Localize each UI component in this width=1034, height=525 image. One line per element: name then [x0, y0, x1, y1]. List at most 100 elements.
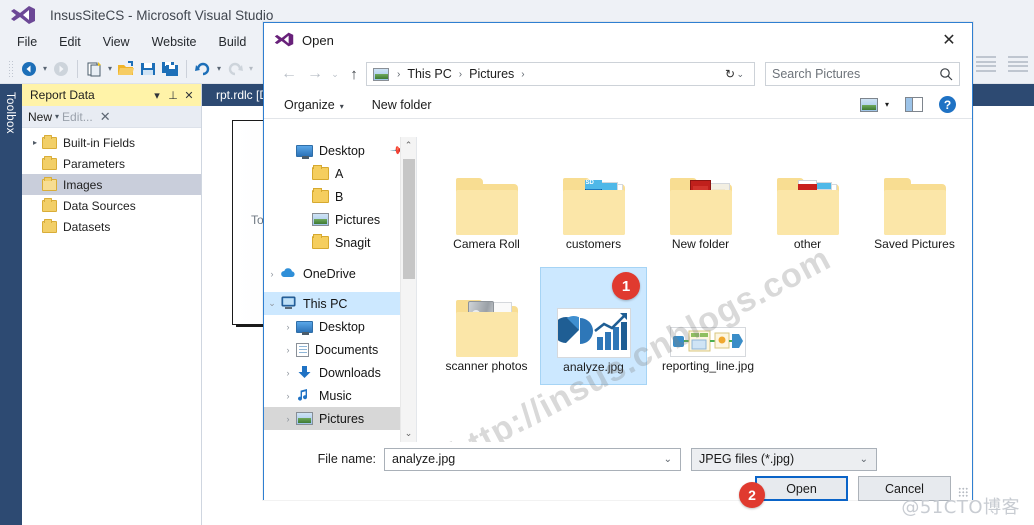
menu-edit[interactable]: Edit — [48, 32, 92, 52]
undo-icon[interactable] — [192, 58, 214, 80]
tree-node-images[interactable]: Images — [22, 174, 201, 195]
search-input[interactable]: Search Pictures — [765, 62, 960, 86]
new-caret-icon[interactable]: ▾ — [55, 112, 59, 121]
dialog-navigation-bar[interactable]: ← → ⌄ ↑ › This PC › Pictures › ⌄ ↻ Searc… — [264, 57, 972, 91]
open-file-icon[interactable] — [115, 58, 137, 80]
nav-item-documents[interactable]: › Documents — [264, 338, 416, 361]
nav-item-onedrive[interactable]: › OneDrive — [264, 262, 416, 285]
expander-icon[interactable]: › — [280, 391, 296, 401]
file-item-other[interactable]: nfor S other — [754, 145, 861, 263]
chevron-down-icon[interactable]: ⌄ — [328, 61, 342, 87]
file-item-saved-pictures[interactable]: Saved Pictures — [861, 145, 968, 263]
menu-website[interactable]: Website — [141, 32, 208, 52]
delete-icon[interactable]: ✕ — [100, 109, 111, 125]
change-view-icon[interactable] — [859, 97, 878, 112]
save-all-icon[interactable] — [159, 58, 181, 80]
file-list-pane[interactable]: Camera Roll SD customers New folder othe… — [417, 137, 972, 442]
monitor-icon — [296, 144, 313, 159]
nav-item-snagit[interactable]: Snagit — [264, 231, 416, 254]
nav-item-pictures-quick[interactable]: Pictures — [264, 208, 416, 231]
new-item-caret-icon[interactable]: ▾ — [105, 58, 115, 80]
menu-build[interactable]: Build — [208, 32, 258, 52]
change-view-caret-icon[interactable]: ▾ — [878, 100, 893, 109]
save-icon[interactable] — [137, 58, 159, 80]
undo-caret-icon[interactable]: ▾ — [214, 58, 224, 80]
close-icon[interactable]: ✕ — [181, 87, 197, 103]
file-item-customers[interactable]: SD Ps S customers — [540, 145, 647, 263]
help-icon[interactable]: ? — [939, 96, 956, 113]
dialog-command-bar[interactable]: Organize ▾ New folder ▾ ? — [264, 91, 972, 119]
nav-item-label: OneDrive — [303, 266, 356, 281]
expander-icon[interactable]: › — [280, 414, 296, 424]
filetype-select[interactable]: JPEG files (*.jpg) ⌄ — [691, 447, 877, 471]
new-folder-button[interactable]: New folder — [364, 96, 440, 114]
navigate-forward-icon — [50, 58, 72, 80]
new-item-icon[interactable] — [83, 58, 105, 80]
arrow-right-icon[interactable]: → — [302, 61, 328, 87]
nav-item-pictures[interactable]: › Pictures — [264, 407, 416, 430]
scroll-up-icon[interactable]: ⌃ — [401, 137, 416, 154]
navigate-backward-caret-icon[interactable]: ▾ — [40, 58, 50, 80]
toolbar-grip[interactable] — [8, 59, 15, 78]
search-icon[interactable] — [939, 67, 953, 81]
expander-icon[interactable]: › — [264, 269, 280, 279]
nav-item-this-pc[interactable]: ⌄ This PC — [264, 292, 416, 315]
file-item-camera-roll[interactable]: Camera Roll — [433, 145, 540, 263]
nav-group-gap — [264, 254, 416, 262]
open-button-label: Open — [786, 481, 817, 496]
menu-file[interactable]: File — [6, 32, 48, 52]
file-item-new-folder[interactable]: New folder — [647, 145, 754, 263]
navigate-backward-icon[interactable] — [18, 58, 40, 80]
arrow-left-icon[interactable]: ← — [276, 61, 302, 87]
breadcrumb-pictures[interactable]: Pictures — [467, 67, 516, 81]
arrow-up-icon[interactable]: ↑ — [342, 61, 366, 87]
file-item-reporting-line-jpg[interactable]: reporting_line.jpg — [647, 267, 769, 385]
navigation-pane[interactable]: Desktop 📌 A B Pictures Snagit › OneDrive… — [264, 137, 416, 442]
breadcrumb-this-pc[interactable]: This PC — [405, 67, 453, 81]
nav-item-label: Desktop — [319, 143, 365, 158]
tree-node-data-sources[interactable]: Data Sources — [22, 195, 201, 216]
menu-view[interactable]: View — [92, 32, 141, 52]
toolbox-tab[interactable]: Toolbox — [0, 84, 22, 525]
nav-item-a[interactable]: A — [264, 162, 416, 185]
file-row-2: scanner photos 1 analyze.jpg reporting_l… — [433, 267, 972, 385]
breadcrumb[interactable]: › This PC › Pictures › ⌄ — [366, 62, 755, 86]
file-row-1: Camera Roll SD customers New folder othe… — [433, 145, 972, 263]
refresh-icon[interactable]: ↻ — [719, 67, 741, 81]
navigation-pane-scrollbar[interactable]: ⌃ ⌄ — [400, 137, 416, 442]
nav-item-music[interactable]: › Music — [264, 384, 416, 407]
expander-icon[interactable]: › — [280, 345, 296, 355]
tree-node-label: Built-in Fields — [63, 135, 136, 150]
organize-button[interactable]: Organize ▾ — [276, 96, 352, 114]
chevron-down-icon[interactable]: ▾ — [149, 87, 165, 103]
nav-item-desktop-quick[interactable]: Desktop 📌 — [264, 139, 416, 162]
open-button[interactable]: 2 Open — [739, 476, 848, 508]
tree-node-built-in-fields[interactable]: ▸ Built-in Fields — [22, 132, 201, 153]
tree-node-datasets[interactable]: Datasets — [22, 216, 201, 237]
report-data-toolstrip[interactable]: New ▾ Edit... ✕ — [22, 106, 201, 128]
expander-icon[interactable]: › — [280, 368, 296, 378]
file-item-analyze-jpg[interactable]: 1 analyze.jpg — [540, 267, 647, 385]
nav-item-downloads[interactable]: › Downloads — [264, 361, 416, 384]
pin-icon[interactable]: ⊥ — [165, 87, 181, 103]
expander-icon[interactable]: › — [280, 322, 296, 332]
pictures-icon — [296, 412, 313, 425]
expander-icon[interactable]: ⌄ — [264, 298, 280, 309]
preview-pane-icon[interactable] — [905, 97, 923, 112]
nav-item-b[interactable]: B — [264, 185, 416, 208]
expander-icon[interactable]: ▸ — [28, 138, 42, 147]
chevron-down-icon[interactable]: ⌄ — [856, 454, 872, 465]
tree-node-parameters[interactable]: Parameters — [22, 153, 201, 174]
nav-item-desktop[interactable]: › Desktop — [264, 315, 416, 338]
scrollbar-thumb[interactable] — [403, 159, 415, 279]
folder-icon — [42, 155, 57, 170]
monitor-icon — [296, 320, 313, 335]
open-file-dialog[interactable]: Open ✕ ← → ⌄ ↑ › This PC › Pictures › ⌄ … — [263, 22, 973, 508]
close-icon[interactable]: ✕ — [926, 24, 972, 56]
search-placeholder: Search Pictures — [772, 67, 861, 81]
file-item-scanner-photos[interactable]: scanner photos — [433, 267, 540, 385]
chevron-down-icon[interactable]: ⌄ — [660, 454, 676, 465]
filename-input[interactable]: analyze.jpg ⌄ — [384, 447, 681, 471]
new-button[interactable]: New — [28, 110, 52, 124]
scroll-down-icon[interactable]: ⌄ — [401, 425, 416, 442]
